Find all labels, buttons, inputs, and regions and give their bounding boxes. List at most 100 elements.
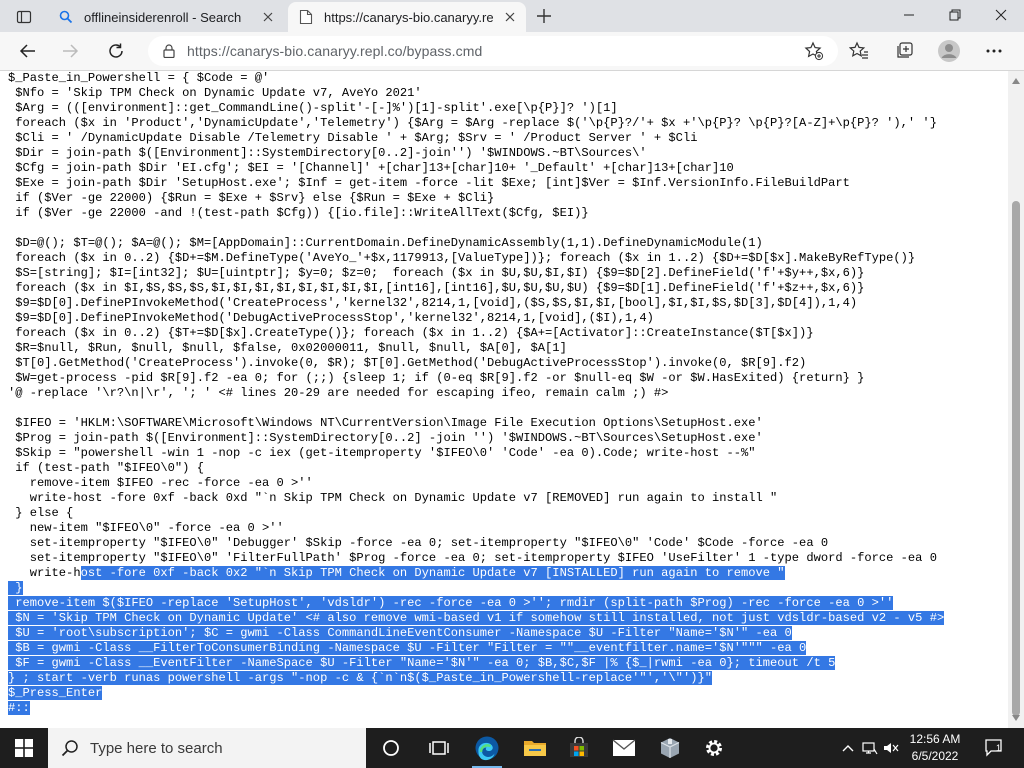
selected-code-line: remove-item $($IFEO -replace 'SetupHost'… — [8, 596, 894, 610]
close-tab-icon[interactable] — [502, 9, 518, 25]
code-line: $R=$null, $Run, $null, $null, $false, 0x… — [15, 341, 567, 355]
volume-status[interactable] — [881, 728, 901, 768]
code-line: if (test-path "$IFEO\0") { — [15, 461, 204, 475]
page-content[interactable]: $_Paste_in_Powershell = { $Code = @' $Nf… — [0, 71, 1008, 728]
code-line: if ($Ver -ge 22000 -and !(test-path $Cfg… — [15, 206, 589, 220]
cortana-button[interactable] — [368, 728, 414, 768]
new-tab-button[interactable] — [532, 4, 556, 28]
start-button[interactable] — [0, 728, 48, 768]
back-arrow-icon — [19, 44, 35, 58]
more-dots-icon — [986, 49, 1002, 53]
collections-button[interactable] — [888, 35, 920, 67]
vertical-scrollbar[interactable] — [1008, 71, 1024, 728]
network-status[interactable] — [860, 728, 880, 768]
tab-bypass-cmd[interactable]: https://canarys-bio.canaryy.repl.c — [288, 2, 526, 32]
address-bar[interactable]: https://canarys-bio.canaryy.repl.co/bypa… — [148, 36, 838, 66]
selected-code: } remove-item $($IFEO -replace 'SetupHos… — [8, 581, 945, 715]
network-icon — [862, 742, 878, 755]
mail-icon — [612, 739, 636, 756]
star-plus-icon — [804, 41, 824, 61]
code-line: $Cli = ' /DynamicUpdate Disable /Telemet… — [15, 131, 698, 145]
code-line: new-item "$IFEO\0" -force -ea 0 >'' — [29, 521, 284, 535]
code-line: $W=get-process -pid $R[9].f2 -ea 0; for … — [15, 371, 865, 385]
taskbar: Type here to search 12:56 AM 6/5/2022 1 — [0, 728, 1024, 768]
package-taskbar-button[interactable] — [647, 728, 693, 768]
notification-center-button[interactable]: 1 — [982, 728, 1008, 768]
search-icon — [60, 738, 80, 758]
code-line: $S=[string]; $I=[int32]; $U=[uintptr]; $… — [15, 266, 865, 280]
notification-icon — [985, 739, 1002, 757]
lock-icon[interactable] — [160, 42, 178, 60]
add-favorite-button[interactable] — [798, 35, 830, 67]
microsoft-store-icon — [570, 737, 588, 757]
forward-arrow-icon — [63, 44, 79, 58]
code-line: $Arg = (([environment]::get_CommandLine(… — [15, 101, 618, 115]
clock-time: 12:56 AM — [909, 732, 961, 746]
close-tab-icon[interactable] — [260, 9, 276, 25]
code-line: $9=$D[0].DefinePInvokeMethod('DebugActiv… — [15, 311, 654, 325]
code-line: $Prog = join-path $([Environment]::Syste… — [15, 431, 763, 445]
selected-code-line: #:: — [8, 701, 30, 715]
code-line: $D=@(); $T=@(); $A=@(); $M=[AppDomain]::… — [15, 236, 763, 250]
windows-logo-icon — [15, 739, 33, 757]
selected-code-line: $N = 'Skip TPM Check on Dynamic Update' … — [8, 611, 945, 625]
scroll-up-arrow-icon[interactable] — [1008, 73, 1024, 89]
tab-strip: offlineinsiderenroll - Search https://ca… — [0, 0, 1024, 32]
refresh-button[interactable] — [100, 35, 132, 67]
settings-more-button[interactable] — [978, 35, 1010, 67]
code-line: $Cfg = join-path $Dir 'EI.cfg'; $EI = '[… — [15, 161, 734, 175]
taskbar-search-box[interactable]: Type here to search — [48, 728, 366, 768]
tab-search[interactable]: offlineinsiderenroll - Search — [48, 2, 284, 32]
code-line: $Dir = join-path $([Environment]::System… — [15, 146, 647, 160]
code-line: foreach ($x in $I,$S,$S,$S,$I,$I,$I,$I,$… — [15, 281, 865, 295]
restore-button[interactable] — [932, 0, 978, 30]
show-hidden-icons-button[interactable] — [838, 728, 858, 768]
code-line: foreach ($x in 0..2) {$D+=$M.DefineType(… — [15, 251, 916, 265]
clock[interactable]: 12:56 AM 6/5/2022 — [900, 731, 970, 765]
scroll-thumb[interactable] — [1012, 201, 1020, 716]
code-line: $IFEO = 'HKLM:\SOFTWARE\Microsoft\Window… — [15, 416, 763, 430]
code-line: $9=$D[0].DefinePInvokeMethod('CreateProc… — [15, 296, 858, 310]
selected-code-line: $_Press_Enter — [8, 686, 103, 700]
code-line: write-host -fore 0xf -back 0xd "`n Skip … — [29, 491, 778, 505]
notification-count: 1 — [996, 743, 1002, 753]
profile-button[interactable] — [933, 35, 965, 67]
file-explorer-taskbar-button[interactable] — [512, 728, 558, 768]
tab-title: https://canarys-bio.canaryy.repl.c — [324, 9, 494, 25]
clock-date: 6/5/2022 — [911, 749, 959, 763]
selected-code-line: $U = 'root\subscription'; $C = gwmi -Cla… — [8, 626, 792, 640]
code-line: $Skip = "powershell -win 1 -nop -c iex (… — [15, 446, 756, 460]
tab-title: offlineinsiderenroll - Search — [84, 9, 242, 25]
favorites-button[interactable] — [843, 35, 875, 67]
settings-taskbar-button[interactable] — [691, 728, 737, 768]
file-explorer-icon — [524, 741, 546, 756]
close-window-button[interactable] — [978, 0, 1024, 30]
task-view-icon — [429, 741, 449, 755]
code-line: $_Paste_in_Powershell = { $Code = @' — [8, 71, 270, 85]
microsoft-store-taskbar-button[interactable] — [556, 728, 602, 768]
code-line: foreach ($x in 'Product','DynamicUpdate'… — [15, 116, 937, 130]
minimize-button[interactable] — [886, 0, 932, 30]
code-line: foreach ($x in 0..2) {$T+=$D[$x].CreateT… — [15, 326, 814, 340]
selected-text: ost -fore 0xf -back 0x2 "`n Skip TPM Che… — [80, 566, 785, 580]
tab-actions-icon[interactable] — [8, 4, 40, 30]
search-icon — [58, 9, 74, 25]
selected-code-line: } — [8, 581, 23, 595]
code-line: write-h — [8, 566, 81, 580]
mail-taskbar-button[interactable] — [601, 728, 647, 768]
edge-taskbar-button[interactable] — [464, 728, 510, 768]
cortana-icon — [383, 740, 399, 756]
back-button[interactable] — [12, 35, 44, 67]
task-view-button[interactable] — [416, 728, 462, 768]
page-icon — [298, 9, 314, 25]
collections-icon — [897, 42, 913, 58]
plain-code: $_Paste_in_Powershell = { $Code = @' $Nf… — [8, 71, 937, 565]
url-text[interactable]: https://canarys-bio.canaryy.repl.co/bypa… — [187, 43, 482, 59]
package-icon — [660, 738, 680, 758]
chevron-up-icon — [842, 745, 854, 752]
script-text[interactable]: $_Paste_in_Powershell = { $Code = @' $Nf… — [8, 71, 945, 716]
code-line: } else { — [15, 506, 74, 520]
scroll-down-arrow-icon[interactable] — [1008, 710, 1024, 726]
refresh-icon — [109, 43, 123, 58]
forward-button[interactable] — [54, 35, 86, 67]
